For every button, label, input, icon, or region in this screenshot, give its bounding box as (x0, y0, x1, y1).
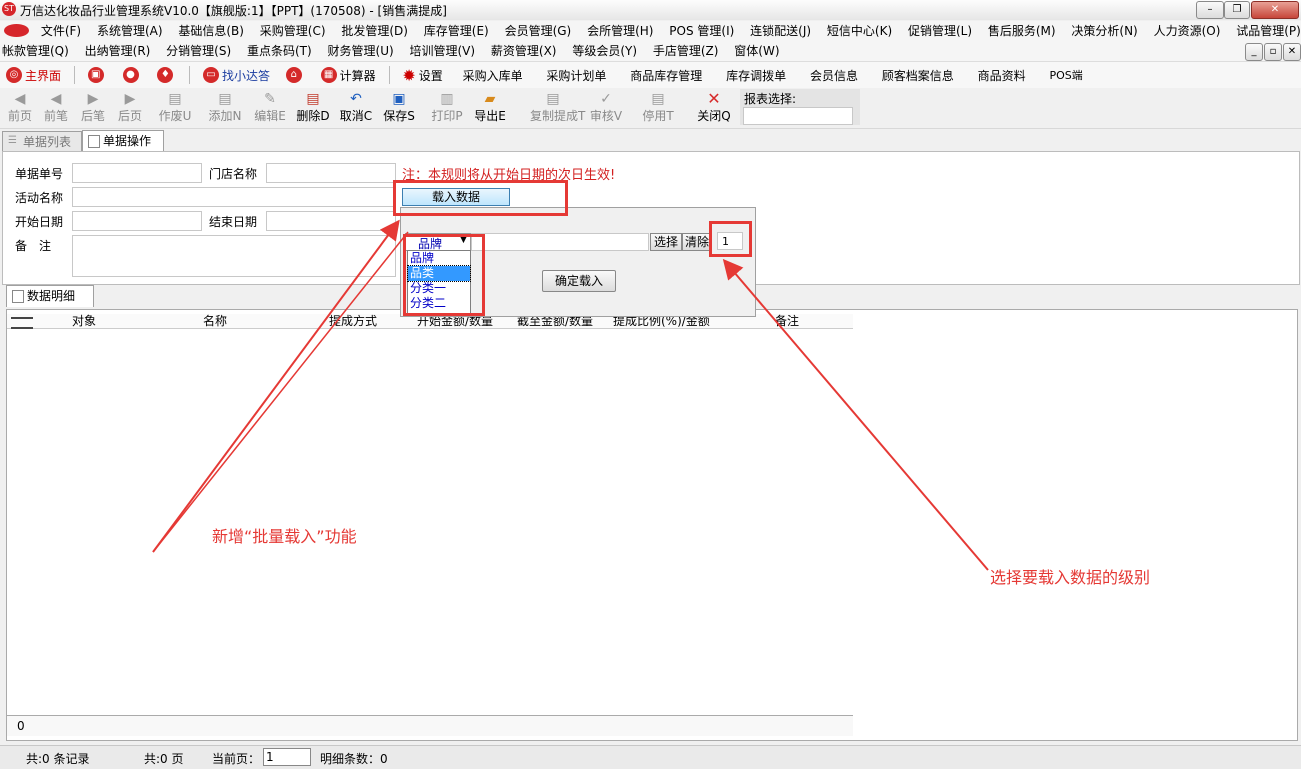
arrow-to-level-select (152, 231, 409, 553)
arrow-to-count-input (722, 258, 989, 571)
annotation-batch-load: 新增“批量载入”功能 (212, 527, 357, 546)
arrow-to-load-button (152, 219, 400, 553)
annotation-choose-level: 选择要载入数据的级别 (990, 568, 1151, 587)
annotation-arrows (152, 219, 989, 571)
